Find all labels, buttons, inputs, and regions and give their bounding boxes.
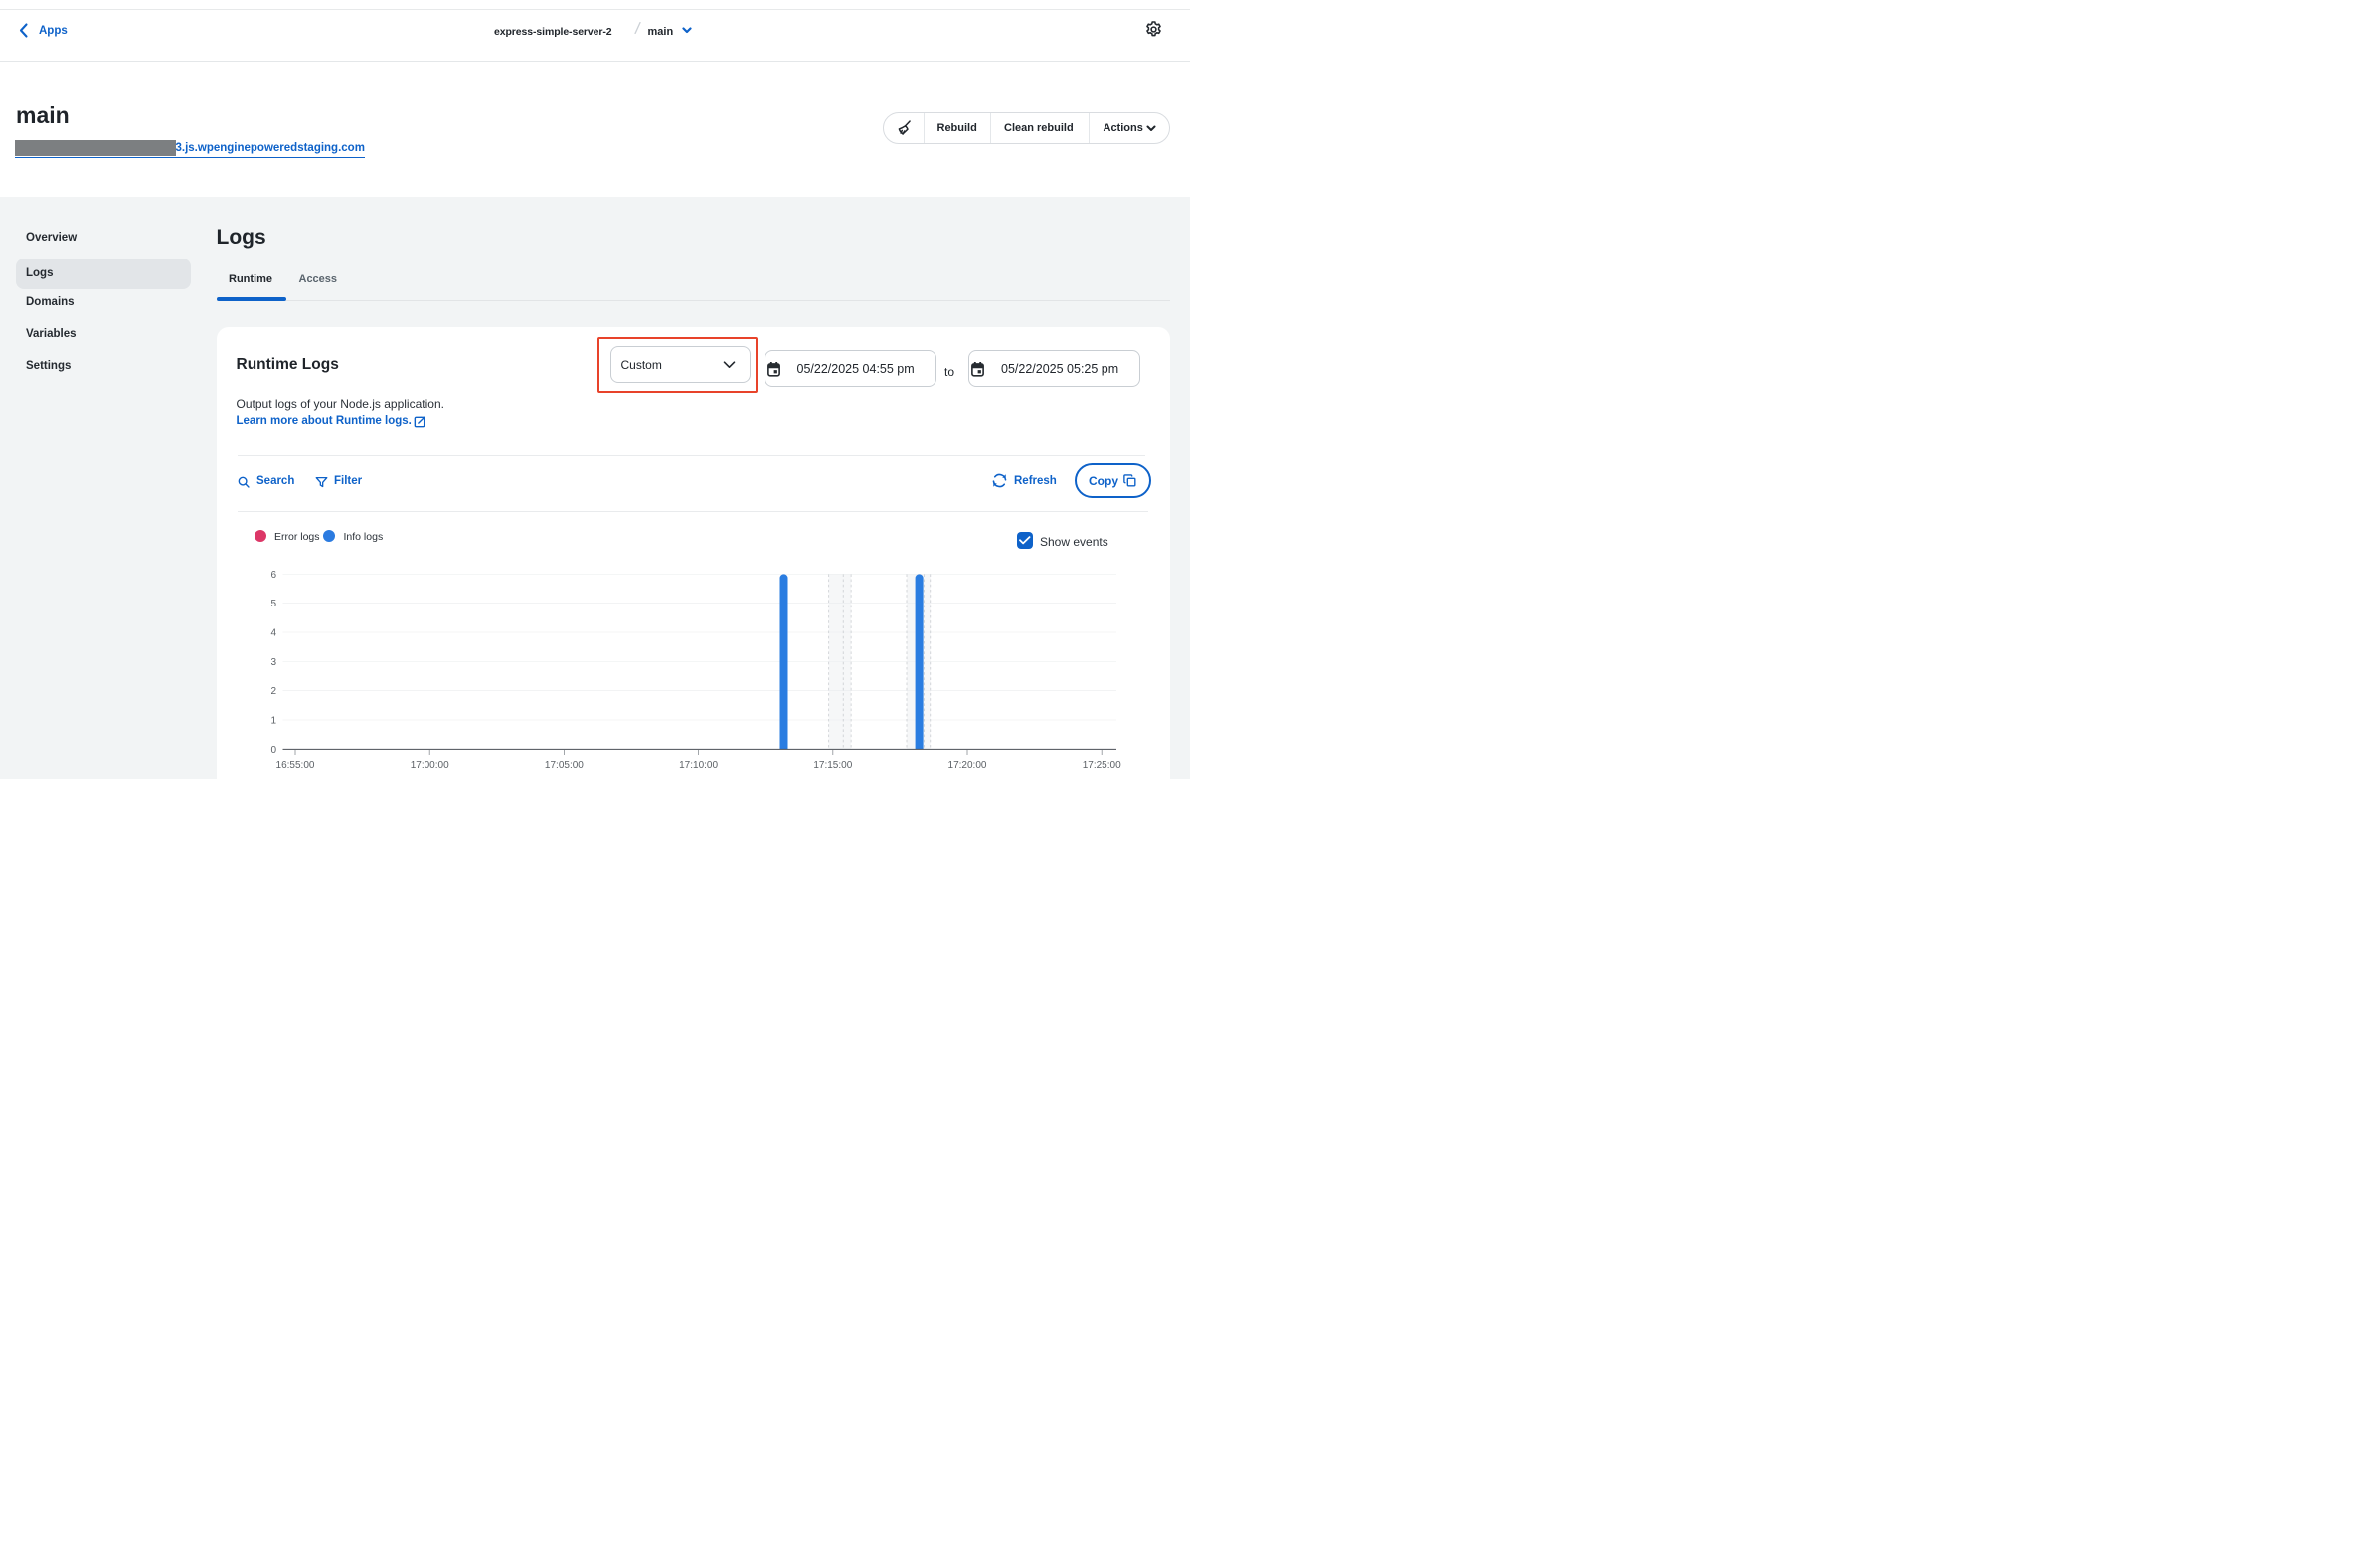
svg-text:17:25:00: 17:25:00 [1083, 760, 1121, 771]
svg-text:17:05:00: 17:05:00 [545, 760, 584, 771]
svg-text:6: 6 [270, 570, 276, 581]
svg-text:1: 1 [270, 716, 276, 727]
svg-text:4: 4 [270, 628, 276, 639]
svg-text:5: 5 [270, 599, 276, 609]
svg-text:17:00:00: 17:00:00 [411, 760, 449, 771]
svg-text:17:20:00: 17:20:00 [948, 760, 987, 771]
svg-text:17:10:00: 17:10:00 [679, 760, 718, 771]
svg-text:16:55:00: 16:55:00 [276, 760, 315, 771]
svg-text:2: 2 [270, 686, 276, 697]
svg-text:3: 3 [270, 657, 276, 668]
svg-text:17:15:00: 17:15:00 [813, 760, 852, 771]
svg-text:0: 0 [270, 745, 276, 756]
